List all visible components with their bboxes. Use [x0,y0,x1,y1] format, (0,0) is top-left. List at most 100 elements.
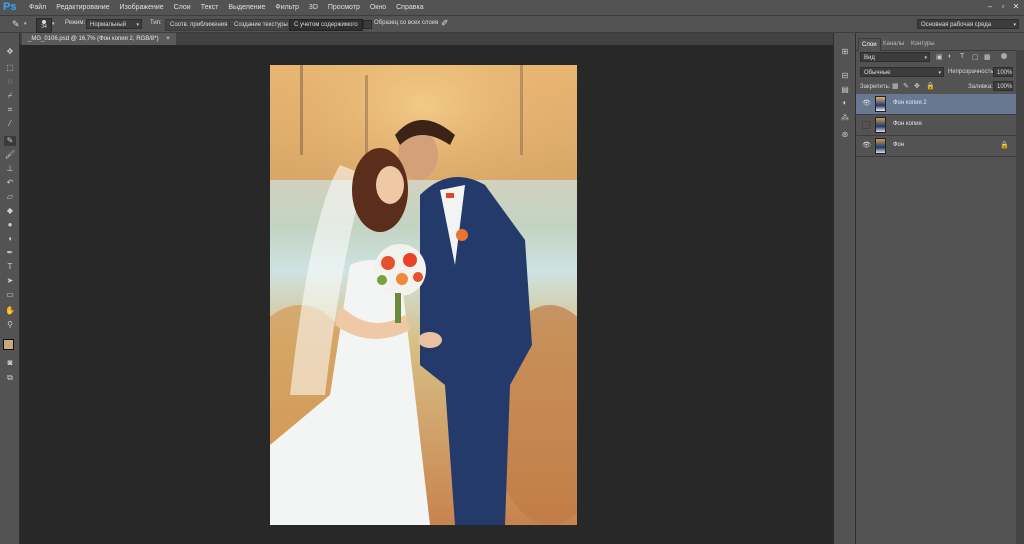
screen-mode-icon[interactable]: ⧉ [4,373,16,383]
blend-mode-dropdown[interactable]: Обычные ▾ [860,67,944,77]
pen-tool-icon[interactable]: ✒ [4,248,16,258]
menu-bar: Ps Файл Редактирование Изображение Слои … [0,0,1024,15]
lock-label: Закрепить: [860,84,891,90]
sample-all-layers-label: Образец со всех слоев [374,20,439,26]
wedding-photo [270,65,577,525]
layers-panel: Слои Каналы Контуры Вид ▾ ▣ ◐ T ▢ ▦ Обычн… [855,33,1024,544]
filter-adjustment-icon[interactable]: ◐ [948,53,952,60]
canvas-area[interactable] [20,45,825,544]
adjustments-panel-icon[interactable]: ⊟ [839,71,851,81]
menu-view[interactable]: Просмотр [328,4,360,11]
document-tab[interactable]: _MG_0106.psd @ 16,7% (Фон копия 2, RGB/8… [22,33,176,45]
path-selection-tool-icon[interactable]: ➤ [4,276,16,286]
menu-window[interactable]: Окно [370,4,386,11]
dodge-tool-icon[interactable]: ◖ [4,234,16,244]
layer-row[interactable]: 👁 Фон 🔒 [856,136,1017,157]
panel-tabs: Слои Каналы Контуры [856,38,1024,51]
mode-dropdown[interactable]: Нормальный ▾ [86,19,142,29]
tab-paths[interactable]: Контуры [908,38,938,50]
blend-mode-value: Обычные [864,70,891,76]
document-tab-bar: _MG_0106.psd @ 16,7% (Фон копия 2, RGB/8… [20,33,833,45]
filter-kind-dropdown[interactable]: Вид ▾ [860,52,930,62]
brush-picker-arrow-icon[interactable]: ▾ [52,21,55,27]
layer-thumbnail [875,138,886,154]
tool-preset-arrow-icon[interactable]: ▾ [24,21,27,27]
menu-edit[interactable]: Редактирование [56,4,109,11]
move-tool-icon[interactable]: ✥ [4,47,16,57]
lock-transparency-icon[interactable]: ▦ [892,82,899,90]
quick-selection-tool-icon[interactable]: ⌿ [4,91,16,101]
tab-channels[interactable]: Каналы [880,38,907,50]
quick-mask-icon[interactable]: ◙ [4,358,16,368]
chevron-down-icon: ▾ [924,55,927,61]
filter-kind-value: Вид [864,55,875,61]
layer-row[interactable]: Фон копия [856,115,1017,136]
eyedropper-tool-icon[interactable]: ⁄ [4,119,16,129]
layer-row[interactable]: 👁 Фон копия 2 [856,94,1017,115]
rectangle-tool-icon[interactable]: ▭ [4,290,16,300]
maximize-icon[interactable]: ▫ [998,2,1008,12]
styles-panel-icon[interactable]: ◐ [839,98,851,108]
filter-image-icon[interactable]: ▣ [936,53,943,61]
filter-shape-icon[interactable]: ▢ [972,53,979,61]
menu-filter[interactable]: Фильтр [275,4,299,11]
lasso-tool-icon[interactable]: ◌ [4,77,16,87]
type-content-aware-button[interactable]: С учетом содержимого [289,19,363,31]
pressure-size-icon[interactable]: ✐ [441,18,449,29]
menu-select[interactable]: Выделение [228,4,265,11]
filter-toggle-icon[interactable] [1001,53,1007,59]
lock-position-icon[interactable]: ✥ [914,82,920,90]
type-label: Тип: [150,20,162,26]
type-tool-icon[interactable]: T [4,262,16,272]
hidden-eye-icon[interactable] [862,121,870,129]
close-icon[interactable]: ✕ [1011,2,1021,12]
brush-size-value: 34 [41,24,47,30]
options-bar: ✎ ▾ 34 ▾ Режим: Нормальный ▾ Тип: Соотв. … [0,15,1024,33]
type-create-texture-button[interactable]: Создание текстуры [229,19,293,31]
history-panel-icon[interactable]: ⊞ [839,47,851,57]
blur-tool-icon[interactable]: ● [4,220,16,230]
color-panel-icon[interactable]: ⊛ [839,130,851,140]
chevron-down-icon: ▾ [938,70,941,76]
lock-pixels-icon[interactable]: ✎ [903,82,909,90]
type-proximity-match-button[interactable]: Соотв. приближения [165,19,233,31]
layer-name: Фон копия [893,121,922,127]
marquee-tool-icon[interactable]: ⬚ [4,63,16,73]
document-image[interactable] [270,65,577,525]
clone-stamp-tool-icon[interactable]: ⊥ [4,164,16,174]
close-tab-icon[interactable]: × [166,36,170,42]
zoom-tool-icon[interactable]: ⚲ [4,320,16,330]
healing-brush-icon[interactable]: ✎ [12,19,20,30]
swatches-panel-icon[interactable]: ⁂ [839,113,851,123]
workspace-value: Основная рабочая среда [921,22,992,28]
eraser-tool-icon[interactable]: ▱ [4,192,16,202]
filter-type-icon[interactable]: T [960,53,964,60]
brush-size-picker[interactable]: 34 [36,18,52,33]
menu-layers[interactable]: Слои [174,4,191,11]
menu-image[interactable]: Изображение [120,4,164,11]
sample-all-layers-checkbox[interactable] [363,20,372,29]
filter-smart-object-icon[interactable]: ▦ [984,53,991,61]
hand-tool-icon[interactable]: ✋ [4,306,16,316]
menu-help[interactable]: Справка [396,4,423,11]
crop-tool-icon[interactable]: ⌗ [4,105,16,115]
opacity-field[interactable]: 100% [993,67,1013,77]
menu-3d[interactable]: 3D [309,4,318,11]
mode-value: Нормальный [90,22,127,28]
properties-panel-icon[interactable]: ▤ [839,85,851,95]
lock-all-icon[interactable]: 🔒 [926,82,935,90]
workspace-dropdown[interactable]: Основная рабочая среда ▾ [917,19,1019,29]
paint-bucket-tool-icon[interactable]: ◆ [4,206,16,216]
minimize-icon[interactable]: – [985,2,995,12]
panel-scrollbar[interactable] [1016,50,1024,544]
tab-layers[interactable]: Слои [858,38,881,51]
brush-tool-icon[interactable]: 🖌 [4,150,16,160]
fill-field[interactable]: 100% [993,81,1013,91]
menu-file[interactable]: Файл [29,4,46,11]
eye-icon[interactable]: 👁 [862,142,871,150]
history-brush-tool-icon[interactable]: ↶ [4,178,16,188]
healing-brush-tool-icon[interactable]: ✎ [4,136,16,146]
menu-text[interactable]: Текст [201,4,219,11]
eye-icon[interactable]: 👁 [862,100,871,108]
foreground-color-swatch[interactable] [3,339,14,350]
